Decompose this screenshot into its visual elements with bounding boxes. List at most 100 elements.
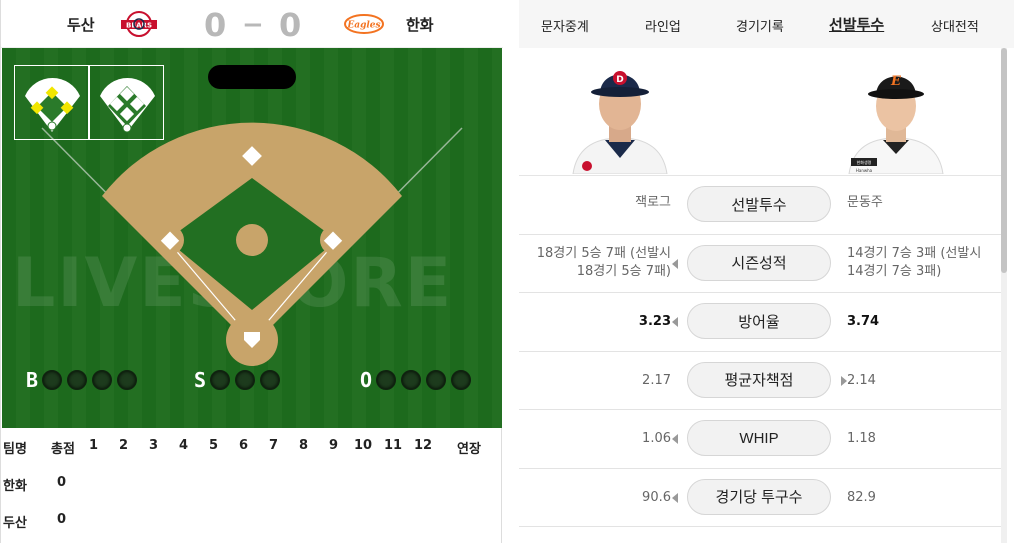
inning-score-table: 팀명 총점 1 2 3 4 5 6 7 8 9 10 11 12 연장 한화 0	[1, 428, 503, 539]
header-extra: 연장	[457, 442, 481, 457]
row-team-name: 두산	[3, 516, 27, 531]
starting-pitcher-button[interactable]: 선발투수	[687, 186, 831, 222]
away-pitches: 90.6	[642, 489, 671, 505]
runners-minifield-2	[89, 65, 164, 140]
runners-icon-1	[25, 77, 80, 132]
strike-dot	[210, 370, 231, 390]
header-inning-12: 12	[414, 438, 433, 453]
bears-logo: BEARS	[121, 11, 157, 37]
app-root: 두산 BEARS 0 − 0 Eagles 한화 LIVESCORE	[0, 0, 1014, 543]
out-dot	[401, 370, 422, 390]
ball-dot	[117, 370, 138, 390]
scrollbar[interactable]	[1001, 48, 1007, 543]
pitcher-photos: D 한화생명 Hanwha E	[519, 48, 1001, 176]
away-score: 0	[204, 6, 227, 44]
away-avg-earned: 2.17	[642, 372, 671, 388]
tab-head-to-head[interactable]: 상대전적	[931, 16, 979, 35]
stat-row-pitcher: 잭로그 선발투수 문동주	[519, 176, 1001, 235]
out-dot	[426, 370, 447, 390]
home-season-line2: 14경기 7승 3패)	[847, 263, 942, 279]
table-row: 두산 0	[1, 502, 503, 539]
away-pitcher-photo: D	[572, 71, 668, 174]
home-pitcher-photo: 한화생명 Hanwha E	[848, 74, 944, 174]
strike-label: S	[194, 368, 207, 392]
header-inning-10: 10	[354, 438, 373, 453]
home-jersey-sub: Hanwha	[856, 168, 873, 173]
stat-row-whip: 1.06 WHIP 1.18	[519, 410, 1001, 469]
stat-row-season: 18경기 5승 7패 (선발시 18경기 5승 7패) 시즌성적 14경기 7승 …	[519, 235, 1001, 293]
away-season-line2: 18경기 5승 7패)	[576, 263, 671, 279]
home-team-name: 한화	[406, 16, 434, 34]
header-total: 총점	[51, 442, 75, 457]
row-total: 0	[57, 512, 67, 527]
pitches-per-game-button[interactable]: 경기당 투구수	[687, 478, 831, 515]
home-jersey-text: 한화생명	[857, 159, 872, 165]
header-inning-8: 8	[299, 438, 309, 453]
away-era: 3.23	[638, 314, 671, 329]
out-count: O	[360, 368, 476, 392]
header-inning-7: 7	[269, 438, 279, 453]
tab-text-broadcast[interactable]: 문자중계	[541, 16, 589, 35]
home-pitcher-name: 문동주	[847, 195, 883, 210]
score-dash: −	[242, 10, 264, 40]
scrollbar-thumb[interactable]	[1001, 48, 1007, 273]
pitcher-stats: 잭로그 선발투수 문동주 18경기 5승 7패 (선발시 18경기 5승 7패) …	[519, 176, 1001, 527]
home-score: 0	[279, 6, 302, 44]
pitcher-compare-panel: 문자중계 라인업 경기기록 선발투수 상대전적 D 한화생명 Hanwha E …	[519, 0, 1014, 543]
ball-dot	[67, 370, 88, 390]
avg-earned-button[interactable]: 평균자책점	[687, 361, 831, 398]
strike-dot	[260, 370, 281, 390]
away-whip: 1.06	[642, 431, 671, 446]
eagles-logo-text: Eagles	[346, 21, 380, 31]
header-inning-1: 1	[89, 438, 99, 453]
away-season-record: 18경기 5승 7패 (선발시 18경기 5승 7패)	[537, 245, 671, 281]
baseball-field: LIVESCORE	[2, 48, 502, 428]
header-inning-9: 9	[329, 438, 339, 453]
header-team: 팀명	[3, 442, 27, 457]
header-inning-3: 3	[149, 438, 159, 453]
strike-count: S	[194, 368, 285, 392]
left-better-arrow	[672, 258, 678, 269]
out-dot	[451, 370, 472, 390]
ball-label: B	[26, 368, 39, 392]
header-inning-4: 4	[179, 438, 189, 453]
ball-dot	[42, 370, 63, 390]
away-cap-letter: D	[616, 75, 623, 85]
left-better-arrow	[672, 434, 678, 444]
row-team-name: 한화	[3, 479, 27, 494]
eagles-logo: Eagles	[344, 14, 384, 34]
home-season-line1: 14경기 7승 3패 (선발시	[847, 245, 982, 261]
season-record-button[interactable]: 시즌성적	[687, 244, 831, 281]
away-team-name: 두산	[67, 16, 95, 34]
out-label: O	[360, 368, 373, 392]
left-better-arrow	[672, 492, 678, 503]
tab-bar: 문자중계 라인업 경기기록 선발투수 상대전적	[519, 0, 1014, 48]
home-era: 3.74	[847, 314, 880, 329]
header-inning-2: 2	[119, 438, 129, 453]
row-total: 0	[57, 475, 67, 490]
status-pill	[208, 65, 296, 89]
whip-button[interactable]: WHIP	[687, 420, 831, 456]
runners-minifield-1	[14, 65, 89, 140]
era-button[interactable]: 방어율	[687, 303, 831, 339]
runners-icon-2	[100, 77, 155, 133]
out-dot	[376, 370, 397, 390]
ball-count: B	[26, 368, 142, 392]
tab-lineup[interactable]: 라인업	[645, 16, 681, 35]
ball-dot	[92, 370, 113, 390]
home-season-record: 14경기 7승 3패 (선발시 14경기 7승 3패)	[847, 245, 981, 281]
header-inning-5: 5	[209, 438, 219, 453]
stat-row-pitches: 90.6 경기당 투구수 82.9	[519, 469, 1001, 527]
tab-starting-pitcher[interactable]: 선발투수	[829, 14, 884, 35]
live-field-panel: 두산 BEARS 0 − 0 Eagles 한화 LIVESCORE	[0, 0, 503, 543]
header-inning-6: 6	[239, 438, 249, 453]
away-season-line1: 18경기 5승 7패 (선발시	[536, 245, 671, 261]
scoreboard: 두산 BEARS 0 − 0 Eagles 한화	[1, 0, 503, 48]
table-row: 한화 0	[1, 465, 503, 502]
home-cap-letter: E	[890, 74, 902, 89]
home-avg-earned: 2.14	[847, 372, 876, 388]
away-pitcher-name: 잭로그	[635, 195, 671, 210]
home-pitches: 82.9	[847, 489, 876, 505]
header-inning-11: 11	[384, 438, 403, 453]
tab-game-record[interactable]: 경기기록	[736, 16, 784, 35]
